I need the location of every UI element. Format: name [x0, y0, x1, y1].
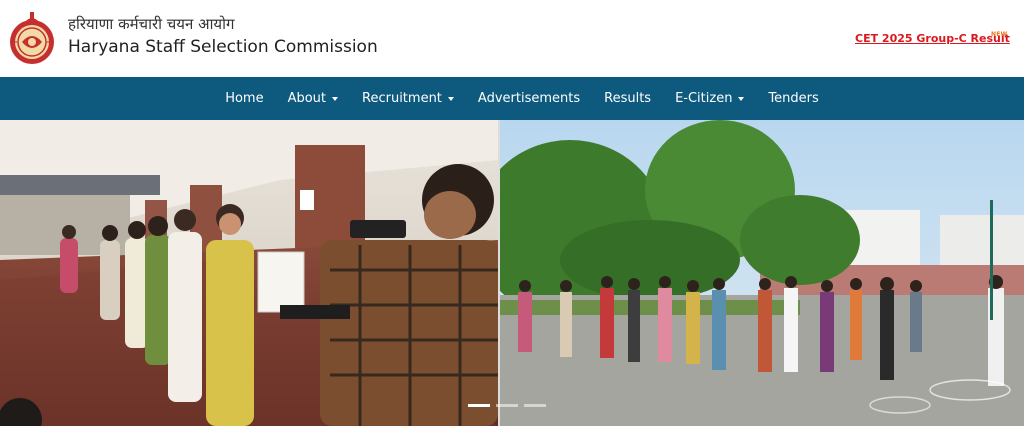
nav-item-home[interactable]: Home — [213, 77, 275, 120]
haryana-emblem-icon[interactable] — [8, 8, 56, 66]
nav-item-label: About — [287, 91, 327, 106]
site-title-english: Haryana Staff Selection Commission — [68, 37, 378, 57]
carousel-indicator[interactable] — [468, 404, 490, 407]
nav-item-tenders[interactable]: Tenders — [756, 77, 830, 120]
chevron-down-icon — [447, 97, 454, 101]
carousel-indicator[interactable] — [496, 404, 518, 407]
cet-result-link[interactable]: CET 2025 Group-C Result — [855, 32, 1010, 45]
nav-item-label: Home — [225, 91, 264, 106]
hero-carousel[interactable] — [0, 120, 1024, 426]
new-badge: NEW — [991, 31, 1008, 38]
carousel-indicators — [468, 404, 546, 407]
nav-item-label: E-Citizen — [675, 91, 733, 106]
site-title-hindi: हरियाणा कर्मचारी चयन आयोग — [68, 15, 235, 33]
nav-item-label: Tenders — [768, 91, 819, 106]
nav-item-advertisements[interactable]: Advertisements — [466, 77, 592, 120]
nav-item-recruitment[interactable]: Recruitment — [350, 77, 466, 120]
nav-item-about[interactable]: About — [276, 77, 350, 120]
carousel-image-indoor-hall — [0, 120, 498, 426]
page-bottom-strip — [0, 426, 1024, 432]
chevron-down-icon — [738, 97, 745, 101]
nav-item-e-citizen[interactable]: E-Citizen — [663, 77, 756, 120]
nav-item-label: Recruitment — [362, 91, 442, 106]
nav-menu: Home About Recruitment Advertisements Re… — [0, 77, 1024, 120]
nav-item-label: Advertisements — [477, 91, 581, 106]
main-navbar: Home About Recruitment Advertisements Re… — [0, 77, 1024, 120]
chevron-down-icon — [332, 97, 339, 101]
nav-item-label: Results — [604, 91, 652, 106]
site-header: हरियाणा कर्मचारी चयन आयोग Haryana Staff … — [0, 0, 1024, 76]
carousel-indicator[interactable] — [524, 404, 546, 407]
carousel-image-outdoor-queue — [500, 120, 1024, 426]
nav-item-results[interactable]: Results — [592, 77, 663, 120]
